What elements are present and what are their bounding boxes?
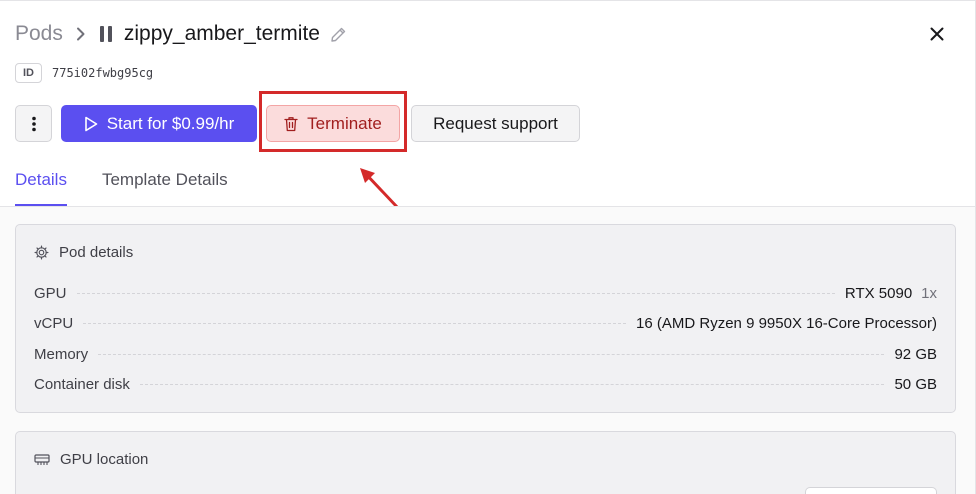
highlight-box xyxy=(259,91,407,152)
chevron-right-icon xyxy=(76,27,86,41)
pod-id-row: ID 775i02fwbg95cg xyxy=(15,62,153,83)
tab-bar: Details Template Details xyxy=(15,170,228,206)
id-badge: ID xyxy=(15,62,42,83)
detail-label: Memory xyxy=(34,345,89,363)
detail-value: 50 GB xyxy=(894,375,937,393)
breadcrumb: Pods zippy_amber_termite xyxy=(15,18,347,50)
leader-dots xyxy=(83,322,627,324)
gpu-location-title: GPU location xyxy=(60,451,149,468)
detail-row-gpu: GPU RTX 5090 1x xyxy=(34,283,937,303)
detail-label: vCPU xyxy=(34,314,74,332)
leader-dots xyxy=(98,353,885,355)
start-pod-button[interactable]: Start for $0.99/hr xyxy=(61,105,257,142)
pod-id-value[interactable]: 775i02fwbg95cg xyxy=(52,66,153,80)
play-icon xyxy=(84,116,98,131)
leader-dots xyxy=(139,383,885,385)
request-support-label: Request support xyxy=(433,113,558,133)
gpu-location-card: GPU location xyxy=(15,431,956,494)
kebab-menu-icon xyxy=(31,116,36,131)
detail-row-memory: Memory 92 GB xyxy=(34,344,937,364)
start-pod-label: Start for $0.99/hr xyxy=(106,113,235,133)
pod-details-card: Pod details GPU RTX 5090 1x vCPU 16 (AMD… xyxy=(15,224,956,413)
close-button[interactable] xyxy=(924,21,950,47)
top-border xyxy=(0,0,976,1)
detail-value: 16 (AMD Ryzen 9 9950X 16-Core Processor) xyxy=(636,314,937,332)
request-support-button[interactable]: Request support xyxy=(411,105,580,142)
close-icon xyxy=(930,27,944,41)
pencil-icon[interactable] xyxy=(330,26,347,43)
location-action-button[interactable] xyxy=(805,487,937,494)
server-icon xyxy=(34,453,50,465)
detail-value: 92 GB xyxy=(894,345,937,363)
detail-value: RTX 5090 xyxy=(844,284,913,302)
breadcrumb-pods-link[interactable]: Pods xyxy=(15,22,63,46)
detail-label: Container disk xyxy=(34,375,130,393)
detail-row-container-disk: Container disk 50 GB xyxy=(34,374,937,394)
tab-template-details[interactable]: Template Details xyxy=(102,170,228,206)
more-options-button[interactable] xyxy=(15,105,52,142)
gpu-quantity: 1x xyxy=(921,284,937,302)
detail-label: GPU xyxy=(34,284,67,302)
pod-details-header: Pod details xyxy=(34,244,133,261)
pause-icon xyxy=(99,26,112,42)
gear-icon xyxy=(34,245,49,260)
gpu-location-header: GPU location xyxy=(34,451,148,468)
leader-dots xyxy=(76,292,835,294)
pod-name: zippy_amber_termite xyxy=(123,22,320,45)
pod-details-title: Pod details xyxy=(59,244,134,261)
tab-details[interactable]: Details xyxy=(15,170,67,206)
detail-row-vcpu: vCPU 16 (AMD Ryzen 9 9950X 16-Core Proce… xyxy=(34,313,937,333)
